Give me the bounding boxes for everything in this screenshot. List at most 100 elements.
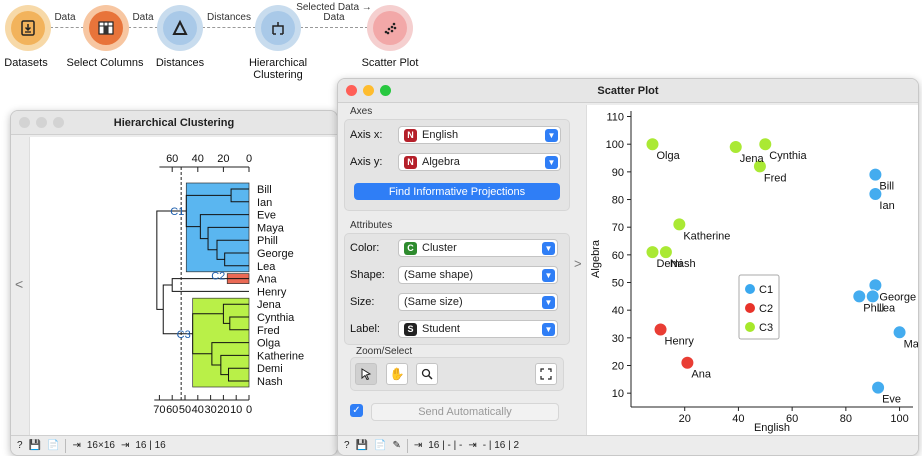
- report-icon[interactable]: 📄: [374, 440, 386, 451]
- collapse-panel-arrow[interactable]: >: [574, 256, 582, 271]
- sp-output-summary: - | 16 | 2: [482, 440, 520, 451]
- hc-titlebar[interactable]: Hierarchical Clustering: [11, 111, 337, 135]
- leaf-label: Ana: [257, 274, 277, 286]
- pointer-icon: [361, 368, 372, 380]
- hc-zoom-button[interactable]: [53, 117, 64, 128]
- data-point[interactable]: [680, 355, 695, 370]
- point-label: Fred: [764, 172, 787, 184]
- link-select-distances[interactable]: [128, 27, 158, 28]
- node-label-select-columns: Select Columns: [66, 57, 144, 69]
- send-automatically-button[interactable]: Send Automatically: [371, 403, 559, 421]
- data-point[interactable]: [728, 139, 743, 154]
- zoom-tool-button[interactable]: [416, 363, 438, 385]
- data-point[interactable]: [871, 380, 886, 395]
- leaf-label: Bill: [257, 184, 272, 196]
- send-automatically-checkbox[interactable]: ✓: [350, 404, 363, 417]
- color-value: Cluster: [422, 242, 457, 254]
- save-icon[interactable]: 💾: [29, 440, 41, 451]
- save-icon[interactable]: 💾: [356, 440, 368, 451]
- leaf-label: Eve: [257, 210, 276, 222]
- link-label-distances: Distances: [205, 12, 253, 23]
- data-point[interactable]: [758, 137, 773, 152]
- link-hc-scatter[interactable]: [300, 27, 368, 28]
- magnifier-icon: [421, 368, 433, 380]
- data-point[interactable]: [658, 245, 673, 260]
- bottom-axis-tick-label: 40: [192, 404, 204, 416]
- legend-label: C3: [759, 322, 773, 334]
- sp-titlebar[interactable]: Scatter Plot: [338, 79, 918, 103]
- y-tick-label: 20: [612, 361, 624, 373]
- chevron-down-icon: ▼: [542, 323, 555, 336]
- leaf-label: Olga: [257, 338, 281, 350]
- datasets-icon: [21, 20, 35, 36]
- node-distances[interactable]: [157, 5, 203, 51]
- bottom-axis-tick-label: 60: [166, 404, 178, 416]
- node-hierarchical-clustering[interactable]: [255, 5, 301, 51]
- legend-label: C2: [759, 303, 773, 315]
- node-datasets[interactable]: [5, 5, 51, 51]
- link-distances-hc[interactable]: [202, 27, 256, 28]
- sp-minimize-button[interactable]: [363, 85, 374, 96]
- node-label-hierarchical-clustering: Hierarchical Clustering: [248, 57, 308, 81]
- cluster-label-c1: C1: [170, 206, 184, 218]
- data-point[interactable]: [645, 245, 660, 260]
- point-label: Bill: [879, 181, 894, 193]
- bottom-axis-tick-label: 30: [204, 404, 216, 416]
- data-point[interactable]: [645, 137, 660, 152]
- axis-y-combo[interactable]: N Algebra ▼: [398, 153, 561, 171]
- report-icon[interactable]: 📄: [47, 440, 59, 451]
- scatter-chart[interactable]: 20 40 60 80 100102030405060708090100110Engli…: [587, 105, 919, 437]
- select-tool-button[interactable]: [355, 363, 377, 385]
- hc-input-summary: 16×16: [86, 440, 115, 451]
- leaf-label: Katherine: [257, 350, 304, 362]
- size-label: Size:: [350, 296, 375, 308]
- point-label: Katherine: [683, 230, 730, 242]
- label-combo[interactable]: S Student ▼: [398, 320, 558, 338]
- chevron-down-icon: ▼: [545, 156, 558, 169]
- visual-settings-icon[interactable]: ✎: [392, 440, 400, 451]
- sp-zoom-button[interactable]: [380, 85, 391, 96]
- size-combo[interactable]: (Same size) ▼: [398, 293, 558, 311]
- x-tick-label: 80: [840, 413, 852, 425]
- hc-minimize-button[interactable]: [36, 117, 47, 128]
- node-select-columns[interactable]: [83, 5, 129, 51]
- input-icon: ⇥: [72, 440, 81, 451]
- data-point[interactable]: [653, 322, 668, 337]
- hc-expand-arrow[interactable]: <: [15, 276, 23, 292]
- pan-tool-button[interactable]: ✋: [386, 363, 408, 385]
- zoom-select-section-title: Zoom/Select: [356, 346, 413, 357]
- data-point[interactable]: [865, 289, 880, 304]
- shape-combo[interactable]: (Same shape) ▼: [398, 266, 558, 284]
- sp-close-button[interactable]: [346, 85, 357, 96]
- data-point[interactable]: [852, 289, 867, 304]
- y-tick-label: 40: [612, 305, 624, 317]
- find-informative-projections-button[interactable]: Find Informative Projections: [354, 183, 560, 200]
- x-axis-title: English: [754, 422, 790, 434]
- data-point[interactable]: [892, 325, 907, 340]
- y-tick-label: 30: [612, 333, 624, 345]
- sp-title: Scatter Plot: [597, 84, 659, 97]
- help-icon[interactable]: ?: [17, 440, 23, 451]
- point-label: Maya: [904, 338, 919, 350]
- point-label: Jena: [740, 153, 765, 165]
- color-combo[interactable]: C Cluster ▼: [398, 239, 558, 257]
- numeric-variable-icon: N: [404, 155, 417, 169]
- hc-dendrogram-panel[interactable]: 60 40 20 0 70 60 50 40 30 20 10 0 C1 C2 C3 Bill Ian Eve Ma…: [29, 137, 335, 435]
- hc-title: Hierarchical Clustering: [113, 116, 235, 129]
- data-point[interactable]: [672, 217, 687, 232]
- node-scatter-plot[interactable]: [367, 5, 413, 51]
- axis-x-combo[interactable]: N English ▼: [398, 126, 561, 144]
- help-icon[interactable]: ?: [344, 440, 350, 451]
- string-variable-icon: S: [404, 322, 417, 336]
- data-point[interactable]: [868, 167, 883, 182]
- link-datasets-select[interactable]: [50, 27, 84, 28]
- hc-close-button[interactable]: [19, 117, 30, 128]
- hc-window: Hierarchical Clustering < 60 40 20 0 70 60 50 4…: [10, 110, 338, 456]
- reset-zoom-button[interactable]: [535, 363, 557, 385]
- y-axis-title: Algebra: [590, 239, 602, 278]
- link-label-data-2: Data: [130, 12, 156, 23]
- output-icon: ⇥: [468, 440, 477, 451]
- dendrogram[interactable]: 60 40 20 070 60 50 40 30 20 10 0C1C2C3BillIanEveMa…: [30, 137, 336, 435]
- attributes-section-title: Attributes: [350, 220, 393, 231]
- scatter-plot-area[interactable]: 20 40 60 80 100 10 20 30 40 50 60 70 80 90 100 110 Engli…: [586, 105, 918, 437]
